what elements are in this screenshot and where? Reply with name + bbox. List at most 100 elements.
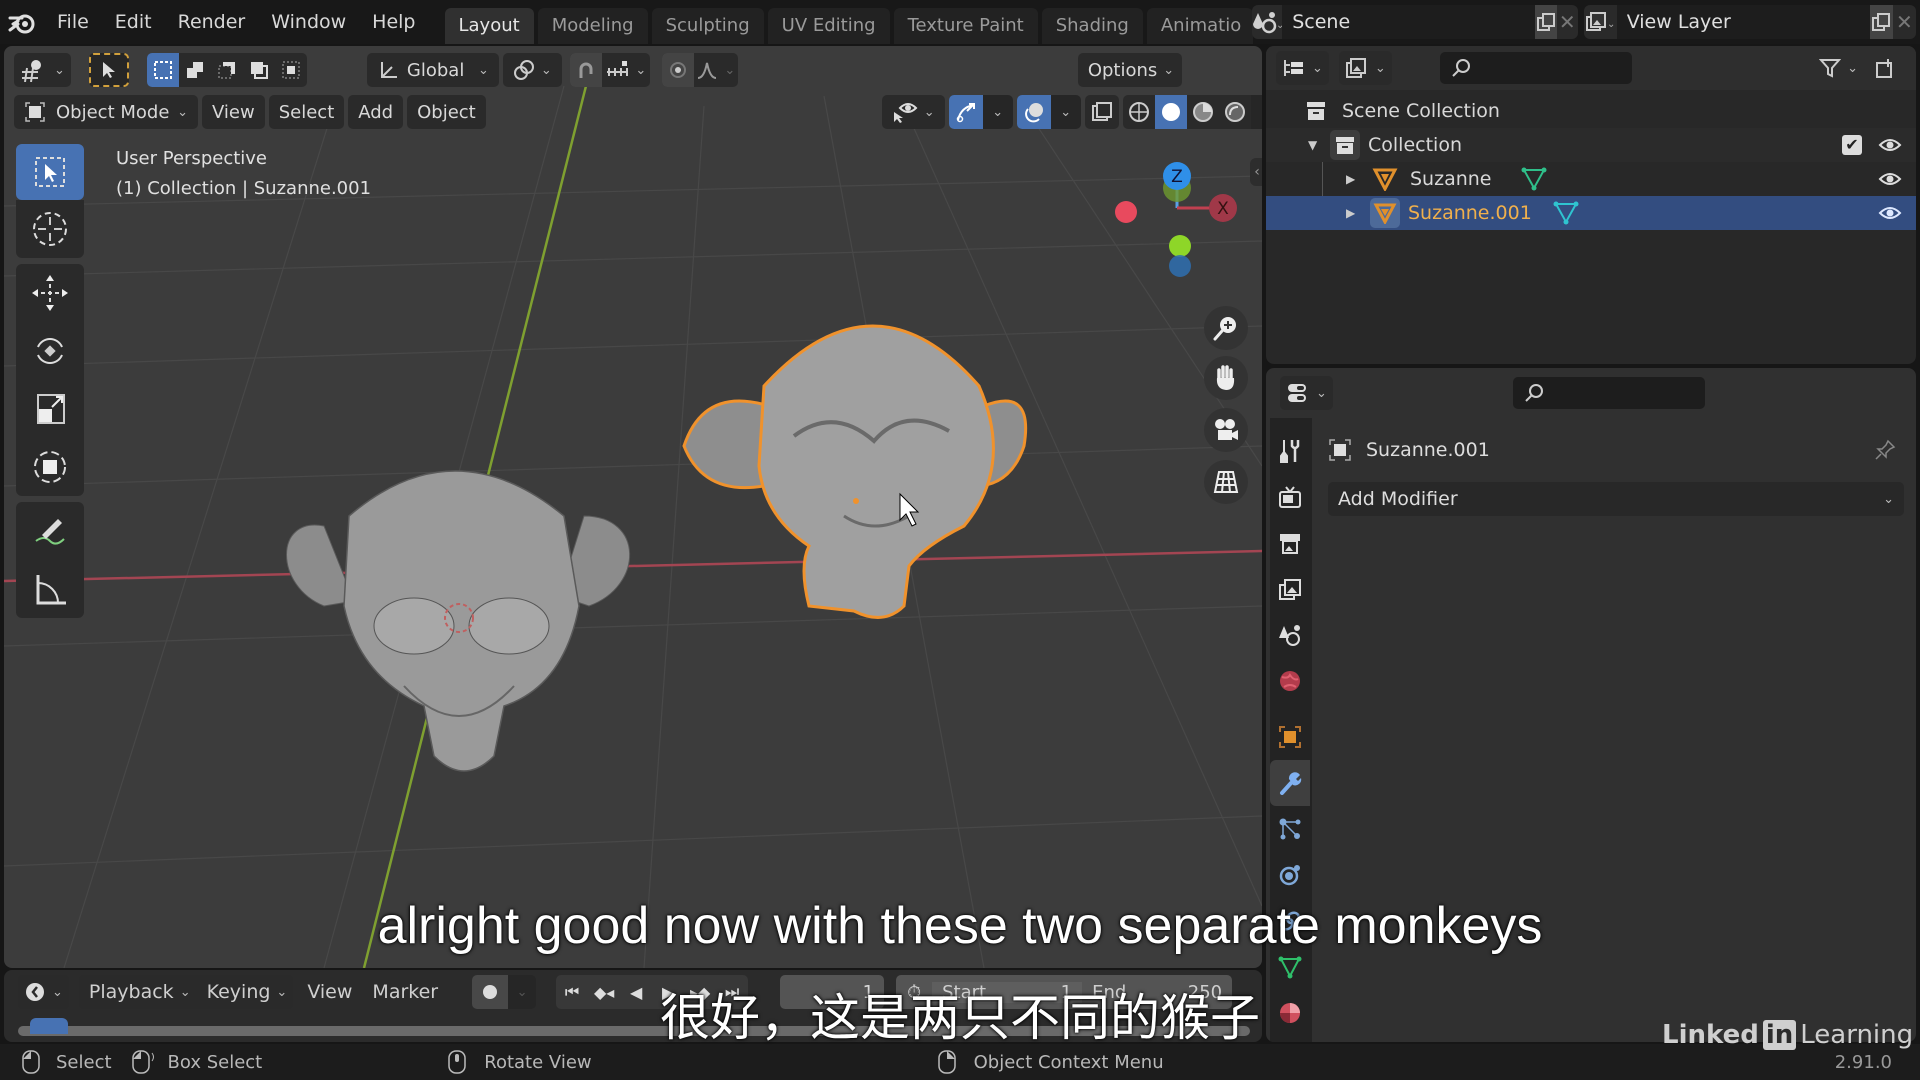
properties-tab-object[interactable] — [1270, 714, 1310, 760]
menu-view[interactable]: View — [202, 95, 265, 129]
outliner-collection[interactable]: ▼ Collection ✔ — [1266, 128, 1916, 162]
falloff-icon[interactable]: ⌄ — [694, 60, 738, 80]
visibility-eye-icon[interactable] — [1878, 169, 1902, 189]
overlays-dropdown[interactable]: ⌄ — [1051, 105, 1081, 120]
scene-icon[interactable]: ⌄ — [1252, 10, 1282, 34]
wireframe-shading-icon[interactable] — [1123, 101, 1155, 123]
duplicate-view-layer-icon[interactable] — [1869, 5, 1893, 39]
tool-cursor[interactable] — [16, 200, 84, 258]
exclude-checkbox[interactable]: ✔ — [1842, 135, 1862, 155]
add-modifier-dropdown[interactable]: Add Modifier ⌄ — [1328, 482, 1904, 516]
properties-tab-output[interactable] — [1270, 520, 1310, 566]
properties-tab-tool[interactable] — [1270, 428, 1310, 474]
visibility-eye-icon[interactable] — [1878, 135, 1902, 155]
gizmo-toggle-icon[interactable] — [948, 95, 983, 129]
snap-increment-icon[interactable]: ⌄ — [602, 60, 650, 80]
properties-search-field[interactable] — [1512, 377, 1705, 409]
suzanne-001-object[interactable] — [682, 324, 1028, 619]
menu-file[interactable]: File — [44, 0, 102, 44]
outliner-editor-type-button[interactable]: ⌄ — [1276, 51, 1329, 85]
mesh-data-icon[interactable] — [1520, 166, 1548, 192]
xray-toggle-button[interactable] — [1084, 95, 1119, 129]
object-mode-dropdown[interactable]: Object Mode ⌄ — [14, 95, 198, 129]
select-mode-extend-icon[interactable] — [179, 60, 211, 80]
transform-orientation-dropdown[interactable]: Global ⌄ — [366, 53, 499, 87]
tool-annotate[interactable] — [16, 502, 84, 560]
pivot-point-dropdown[interactable]: ⌄ — [502, 53, 562, 87]
options-dropdown[interactable]: Options ⌄ — [1077, 53, 1182, 87]
duplicate-scene-icon[interactable] — [1535, 5, 1557, 39]
tab-sculpting[interactable]: Sculpting — [651, 8, 764, 44]
collection-expand-arrow[interactable]: ▼ — [1308, 138, 1324, 152]
tab-uv-editing[interactable]: UV Editing — [767, 8, 890, 44]
properties-tab-scene[interactable] — [1270, 612, 1310, 658]
pan-view-button[interactable] — [1204, 356, 1248, 400]
tab-texture-paint[interactable]: Texture Paint — [893, 8, 1038, 44]
properties-tab-render[interactable] — [1270, 474, 1310, 520]
menu-object[interactable]: Object — [407, 95, 486, 129]
remove-view-layer-icon[interactable]: ✕ — [1893, 10, 1916, 34]
shading-options-dropdown[interactable]: ⌄ — [1250, 95, 1262, 129]
outliner-search-field[interactable] — [1439, 52, 1632, 84]
proportional-edit-icon[interactable] — [661, 53, 694, 87]
menu-select[interactable]: Select — [268, 95, 345, 129]
select-mode-intersect-icon[interactable] — [275, 60, 307, 80]
material-preview-icon[interactable] — [1187, 101, 1219, 123]
select-mode-invert-icon[interactable] — [243, 60, 275, 80]
menu-add[interactable]: Add — [348, 95, 404, 129]
properties-tab-physics[interactable] — [1270, 852, 1310, 898]
pin-icon[interactable] — [1874, 439, 1896, 461]
view-layer-icon[interactable]: ⌄ — [1584, 11, 1617, 33]
snap-toggle-icon[interactable] — [569, 53, 602, 87]
properties-editor-type-button[interactable]: ⌄ — [1280, 376, 1333, 410]
tool-transform[interactable] — [16, 438, 84, 496]
display-mode-dropdown[interactable]: ⌄ — [1338, 51, 1392, 85]
menu-edit[interactable]: Edit — [102, 0, 165, 44]
menu-render[interactable]: Render — [165, 0, 259, 44]
select-mode-subtract-icon[interactable] — [211, 60, 243, 80]
selectability-visibility-dropdown[interactable]: ⌄ — [881, 95, 945, 129]
properties-tab-view-layer[interactable] — [1270, 566, 1310, 612]
properties-tab-modifiers[interactable] — [1270, 760, 1310, 806]
tab-modeling[interactable]: Modeling — [537, 8, 648, 44]
rendered-shading-icon[interactable] — [1219, 101, 1251, 123]
outliner-item-suzanne-001[interactable]: ▶ Suzanne.001 — [1266, 196, 1916, 230]
gizmo-y-axis[interactable] — [1169, 235, 1191, 257]
properties-tab-particles[interactable] — [1270, 806, 1310, 852]
zoom-view-button[interactable] — [1204, 306, 1248, 350]
overlays-toggle-icon[interactable] — [1016, 95, 1051, 129]
solid-shading-icon[interactable] — [1154, 95, 1187, 129]
tab-animation[interactable]: Animatio — [1146, 8, 1253, 44]
new-collection-button[interactable] — [1868, 51, 1902, 85]
menu-help[interactable]: Help — [359, 0, 428, 44]
sidebar-toggle-arrow[interactable]: ‹ — [1250, 158, 1262, 186]
expand-arrow[interactable]: ▶ — [1346, 206, 1362, 220]
tool-measure[interactable] — [16, 560, 84, 618]
outliner-scene-collection[interactable]: Scene Collection — [1266, 94, 1916, 128]
filter-dropdown[interactable]: ⌄ — [1813, 51, 1864, 85]
tool-move[interactable] — [16, 264, 84, 322]
outliner-item-suzanne[interactable]: ▶ Suzanne — [1266, 162, 1916, 230]
toggle-perspective-button[interactable] — [1204, 460, 1248, 504]
visibility-eye-icon[interactable] — [1878, 203, 1902, 223]
camera-view-button[interactable] — [1204, 408, 1248, 452]
tab-layout[interactable]: Layout — [444, 8, 534, 44]
expand-arrow[interactable]: ▶ — [1346, 172, 1362, 186]
blender-logo-icon[interactable] — [0, 10, 44, 34]
select-mode-new-icon[interactable] — [146, 53, 179, 87]
gizmo-neg-x[interactable] — [1115, 201, 1137, 223]
gizmo-dropdown[interactable]: ⌄ — [983, 105, 1013, 120]
remove-scene-icon[interactable]: ✕ — [1557, 10, 1578, 34]
scene-name-field[interactable] — [1282, 5, 1536, 39]
view-layer-name-field[interactable] — [1616, 5, 1870, 39]
properties-tab-world[interactable] — [1270, 658, 1310, 704]
tool-rotate[interactable] — [16, 322, 84, 380]
gizmo-neg-z[interactable] — [1169, 255, 1191, 277]
tool-scale[interactable] — [16, 380, 84, 438]
tab-shading[interactable]: Shading — [1041, 8, 1143, 44]
tool-select-box[interactable] — [16, 144, 84, 200]
navigation-gizmo[interactable]: Z X — [1102, 150, 1252, 320]
suzanne-object[interactable] — [286, 470, 631, 772]
menu-window[interactable]: Window — [258, 0, 359, 44]
editor-type-button[interactable]: ⌄ — [14, 53, 71, 87]
